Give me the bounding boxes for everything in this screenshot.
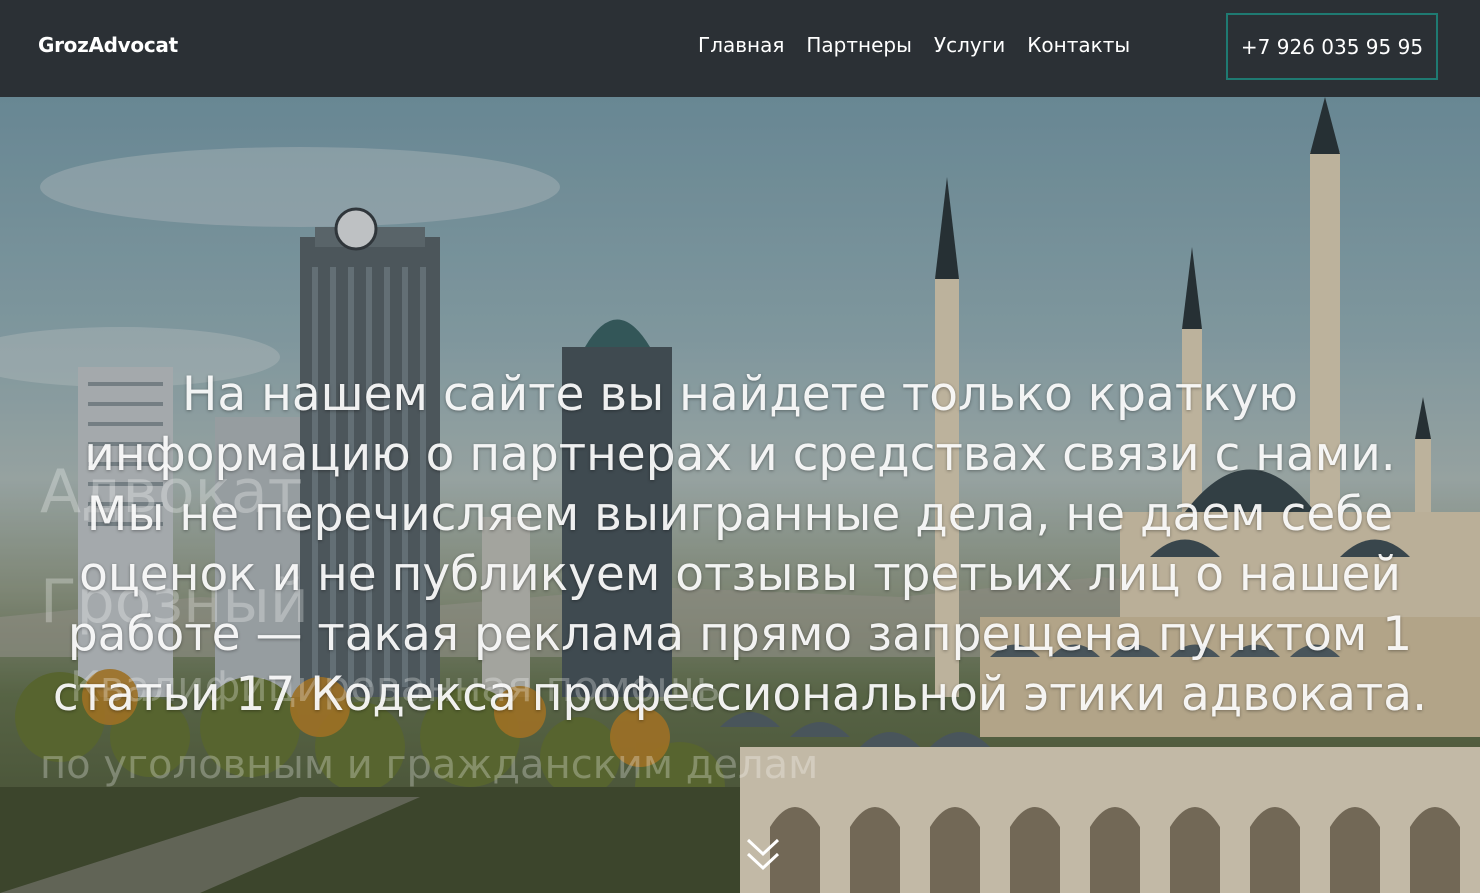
nav-link-partners[interactable]: Партнеры [806, 33, 912, 57]
nav-links: Главная Партнеры Услуги Контакты [698, 33, 1130, 57]
nav-link-services[interactable]: Услуги [934, 33, 1005, 57]
brand-logo[interactable]: GrozAdvocat [38, 33, 178, 57]
nav-link-contacts[interactable]: Контакты [1027, 33, 1130, 57]
hero-section: Адвокат Грозный Квалифицированная помощь… [0, 97, 1480, 893]
double-chevron-down-icon[interactable] [745, 834, 781, 874]
hero-ghost-line-4: по уголовным и гражданским делам [40, 742, 819, 788]
nav-link-home[interactable]: Главная [698, 33, 784, 57]
navbar: GrozAdvocat Главная Партнеры Услуги Конт… [0, 0, 1480, 97]
hero-disclaimer-text: На нашем сайте вы найдете только краткую… [52, 367, 1428, 722]
phone-button[interactable]: +7 926 035 95 95 [1226, 13, 1438, 80]
